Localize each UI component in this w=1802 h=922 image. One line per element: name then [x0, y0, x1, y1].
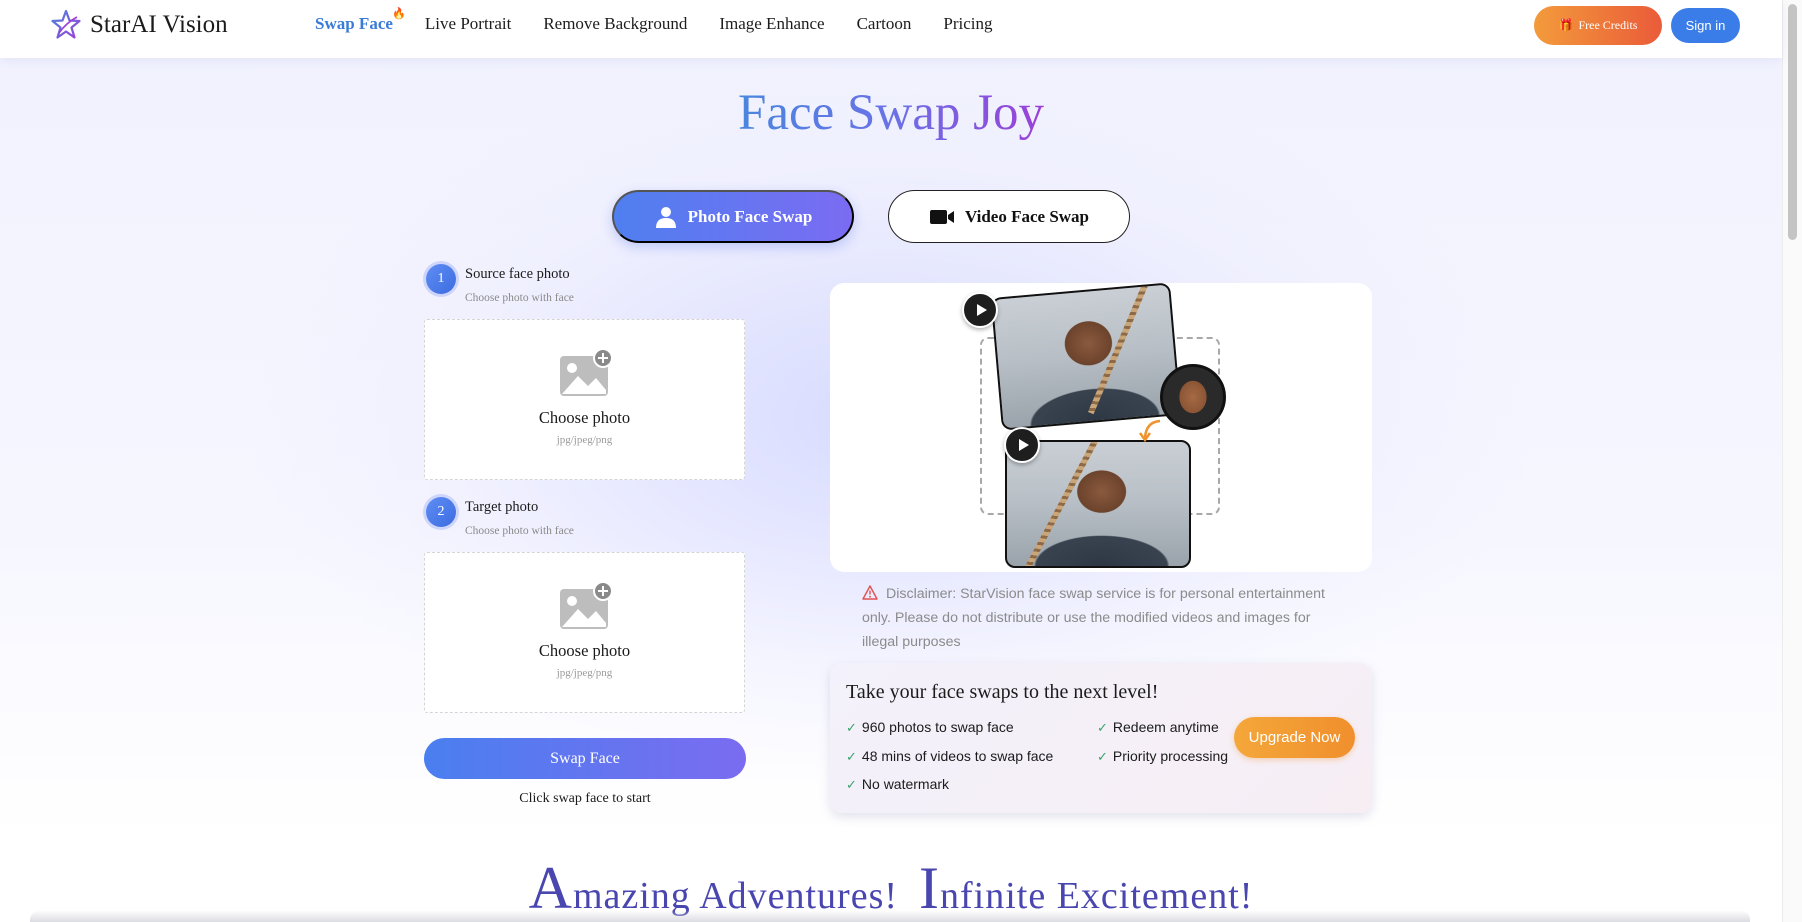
- play-icon[interactable]: [962, 292, 998, 328]
- upload-format-hint: jpg/jpeg/png: [556, 434, 613, 446]
- video-camera-icon: [929, 209, 954, 224]
- nav-item-image-enhance[interactable]: Image Enhance: [719, 14, 824, 34]
- nav-item-remove-background[interactable]: Remove Background: [543, 14, 687, 34]
- check-icon: ✓: [1097, 749, 1108, 764]
- upload-format-hint: jpg/jpeg/png: [556, 667, 613, 679]
- add-image-icon: [560, 581, 613, 629]
- swap-hint-text: Click swap face to start: [519, 791, 651, 806]
- feature-item: ✓ No watermark: [846, 776, 950, 792]
- feature-item: ✓ 960 photos to swap face: [846, 719, 1014, 735]
- gift-icon: 🎁: [1558, 18, 1574, 32]
- logo-text: StarAI Vision: [90, 11, 228, 38]
- upgrade-title: Take your face swaps to the next level!: [846, 681, 1159, 703]
- check-icon: ✓: [846, 777, 857, 792]
- nav-item-swap-face[interactable]: Swap Face 🔥: [315, 8, 406, 34]
- step-title-source: Source face photo: [465, 266, 570, 282]
- target-photo-upload[interactable]: Choose photo jpg/jpeg/png: [424, 552, 745, 713]
- source-photo-upload[interactable]: Choose photo jpg/jpeg/png: [424, 319, 745, 480]
- upgrade-card: Take your face swaps to the next level! …: [830, 663, 1372, 813]
- feature-item: ✓ Priority processing: [1097, 748, 1229, 764]
- main-nav: Swap Face 🔥 Live Portrait Remove Backgro…: [315, 8, 1024, 34]
- page-title: Face Swap Joy: [738, 85, 1044, 141]
- user-icon: [655, 206, 676, 228]
- upload-label: Choose photo: [538, 641, 631, 660]
- feature-item: ✓ Redeem anytime: [1097, 719, 1219, 735]
- nav-item-live-portrait[interactable]: Live Portrait: [425, 14, 511, 34]
- bottom-card-edge: [30, 910, 1750, 922]
- warning-icon: [862, 585, 878, 600]
- check-icon: ✓: [1097, 720, 1108, 735]
- example-source-face: [1160, 364, 1226, 430]
- step-number-1: 1: [426, 264, 456, 294]
- step-subtitle-target: Choose photo with face: [465, 525, 574, 537]
- step-subtitle-source: Choose photo with face: [465, 292, 574, 304]
- disclaimer: Disclaimer: StarVision face swap service…: [862, 585, 1325, 650]
- check-icon: ✓: [846, 749, 857, 764]
- feature-item: ✓ 48 mins of videos to swap face: [846, 748, 1054, 764]
- top-navbar: StarAI Vision Swap Face 🔥 Live Portrait …: [0, 0, 1782, 58]
- example-target-photo: [990, 282, 1182, 431]
- fire-icon: 🔥: [392, 8, 406, 20]
- logo[interactable]: StarAI Vision: [50, 9, 228, 41]
- tab-photo-face-swap[interactable]: Photo Face Swap: [612, 190, 854, 243]
- step-number-2: 2: [426, 497, 456, 527]
- scrollbar-thumb[interactable]: [1788, 4, 1797, 240]
- swap-arrow-icon: [1138, 419, 1161, 443]
- check-icon: ✓: [846, 720, 857, 735]
- nav-item-pricing[interactable]: Pricing: [943, 14, 992, 34]
- upload-label: Choose photo: [538, 408, 631, 427]
- star-logo-icon: [51, 9, 81, 39]
- nav-item-cartoon[interactable]: Cartoon: [857, 14, 912, 34]
- add-image-icon: [560, 348, 613, 396]
- tab-video-face-swap[interactable]: Video Face Swap: [888, 190, 1130, 243]
- free-credits-button[interactable]: 🎁 Free Credits: [1534, 6, 1662, 45]
- upgrade-now-button[interactable]: Upgrade Now: [1234, 717, 1355, 758]
- step-title-target: Target photo: [465, 499, 539, 515]
- sign-in-button[interactable]: Sign in: [1671, 8, 1740, 43]
- page-scrollbar[interactable]: [1782, 0, 1802, 922]
- swap-face-button[interactable]: Swap Face: [424, 738, 746, 779]
- play-icon[interactable]: [1004, 427, 1040, 463]
